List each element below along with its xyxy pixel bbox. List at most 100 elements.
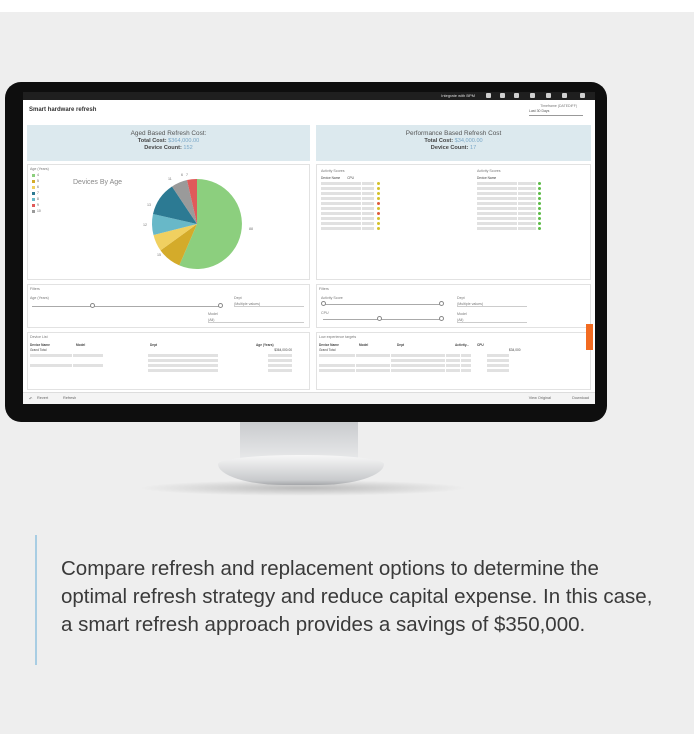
age-slider-track[interactable] bbox=[32, 306, 222, 307]
redacted-cell bbox=[268, 359, 292, 362]
dept-filter-select[interactable]: (Multiple values) bbox=[234, 302, 304, 307]
pie-label: 7 bbox=[186, 173, 188, 177]
performance-filters-panel: Filters Activity Score CPU Dept (Multipl… bbox=[316, 284, 591, 328]
undo-icon[interactable]: ↶ bbox=[29, 396, 32, 401]
activity-slider-track[interactable] bbox=[323, 304, 443, 305]
redacted-cell bbox=[390, 358, 445, 362]
col-device-name: Device Name bbox=[321, 176, 341, 180]
activity-slider-min-handle[interactable] bbox=[321, 301, 326, 306]
redacted-cell bbox=[460, 358, 471, 362]
share-icon[interactable] bbox=[546, 93, 551, 98]
age-slider-min-handle[interactable] bbox=[90, 303, 95, 308]
status-dot bbox=[537, 226, 541, 230]
edit-icon[interactable] bbox=[500, 93, 505, 98]
table-row[interactable] bbox=[321, 226, 431, 231]
grand-total-value: $34,000 bbox=[509, 348, 521, 352]
redacted-cell bbox=[517, 186, 536, 190]
user-icon[interactable] bbox=[562, 93, 567, 98]
grand-total-value: $364,000.00 bbox=[274, 348, 292, 352]
legend-item-8[interactable]: 8 bbox=[32, 197, 39, 201]
status-dot bbox=[537, 191, 541, 195]
dashboard-title: Smart hardware refresh bbox=[29, 107, 97, 113]
redacted-cell bbox=[487, 358, 510, 362]
dept-filter-label: Dept bbox=[457, 296, 465, 300]
aged-total-cost-value: $364,000.00 bbox=[168, 138, 200, 144]
redacted-cell bbox=[517, 196, 536, 200]
dashboard-topbar: Integrate with BPM bbox=[23, 92, 595, 100]
download-button[interactable]: Download bbox=[572, 396, 589, 400]
redacted-cell bbox=[321, 186, 361, 190]
devices-by-age-title: Devices By Age bbox=[73, 179, 123, 186]
status-dot bbox=[537, 211, 541, 215]
activity-scores-label-right: Activity Scores bbox=[477, 169, 501, 173]
model-filter-label: Model bbox=[208, 312, 218, 316]
save-icon[interactable] bbox=[514, 93, 519, 98]
legend-swatch bbox=[32, 203, 35, 207]
cpu-slider-min-handle[interactable] bbox=[377, 316, 382, 321]
feedback-tab[interactable] bbox=[586, 324, 593, 350]
redacted-cell bbox=[268, 369, 292, 372]
redacted-cell bbox=[147, 358, 218, 362]
redacted-cell bbox=[477, 181, 517, 185]
pie-label: 6 bbox=[181, 173, 183, 177]
dept-filter-label: Dept bbox=[234, 296, 242, 300]
legend-item-7[interactable]: 7 bbox=[32, 191, 39, 195]
cpu-slider-max-handle[interactable] bbox=[439, 316, 444, 321]
legend-item-9[interactable]: 9 bbox=[32, 203, 39, 207]
legend-item-5[interactable]: 5 bbox=[32, 179, 39, 183]
age-legend-title: Age (Years) bbox=[30, 167, 49, 171]
redacted-cell bbox=[321, 216, 361, 220]
refresh-button[interactable]: Refresh bbox=[63, 396, 76, 400]
view-original-button[interactable]: View Original bbox=[529, 396, 551, 400]
pie-label: 15 bbox=[157, 253, 161, 257]
model-filter-select[interactable]: (All) bbox=[457, 318, 527, 323]
legend-item-6[interactable]: 6 bbox=[32, 185, 39, 189]
redacted-cell bbox=[517, 191, 536, 195]
activity-scores-panel: Activity Scores Activity Scores Device N… bbox=[316, 164, 591, 280]
revert-button[interactable]: Revert bbox=[37, 396, 48, 400]
table-row[interactable] bbox=[30, 368, 306, 373]
timeframe-label: Timeframe (DATEDIFF) bbox=[540, 104, 577, 108]
legend-swatch bbox=[32, 209, 35, 213]
redacted-cell bbox=[355, 353, 390, 357]
status-dot bbox=[376, 196, 380, 200]
redacted-cell bbox=[361, 221, 374, 225]
age-slider-max-handle[interactable] bbox=[218, 303, 223, 308]
legend-item-10[interactable]: 10 bbox=[32, 209, 41, 213]
aged-refresh-title: Aged Based Refresh Cost: bbox=[130, 130, 207, 137]
grid-icon[interactable] bbox=[530, 93, 535, 98]
redacted-cell bbox=[321, 226, 361, 230]
model-filter-select[interactable]: (All) bbox=[208, 318, 304, 323]
redacted-cell bbox=[477, 206, 517, 210]
status-dot bbox=[376, 201, 380, 205]
redacted-cell bbox=[147, 363, 218, 367]
redacted-cell bbox=[517, 221, 536, 225]
device-list-table: Device Name Model Dept Age (Years) Grand To… bbox=[30, 343, 306, 373]
cpu-filter-label: CPU bbox=[321, 311, 329, 315]
redacted-cell bbox=[517, 211, 536, 215]
legend-item-4[interactable]: 4 bbox=[32, 173, 39, 177]
redacted-cell bbox=[445, 363, 460, 367]
redacted-cell bbox=[321, 181, 361, 185]
redacted-cell bbox=[361, 191, 374, 195]
legend-swatch bbox=[32, 179, 35, 183]
activity-score-filter-label: Activity Score bbox=[321, 296, 343, 300]
settings-icon[interactable] bbox=[580, 93, 585, 98]
perf-device-count-value: 17 bbox=[469, 145, 477, 151]
aged-total-cost-label: Total Cost: bbox=[137, 138, 167, 144]
table-row[interactable] bbox=[477, 226, 587, 231]
redacted-cell bbox=[147, 353, 218, 357]
activity-slider-max-handle[interactable] bbox=[439, 301, 444, 306]
table-row[interactable] bbox=[319, 368, 581, 373]
timeframe-select[interactable]: Last 30 Days bbox=[529, 109, 583, 116]
aged-device-count-label: Device Count: bbox=[144, 145, 182, 151]
redacted-cell bbox=[321, 191, 361, 195]
col-age-years: Age (Years) bbox=[256, 343, 274, 347]
topbar-user-label: Integrate with BPM bbox=[441, 93, 475, 98]
dept-filter-select[interactable]: (Multiple values) bbox=[457, 302, 527, 307]
cpu-slider-track[interactable] bbox=[323, 319, 443, 320]
redacted-cell bbox=[460, 368, 471, 372]
bell-icon[interactable] bbox=[486, 93, 491, 98]
filters-label: Filters bbox=[30, 287, 40, 291]
status-dot bbox=[537, 221, 541, 225]
